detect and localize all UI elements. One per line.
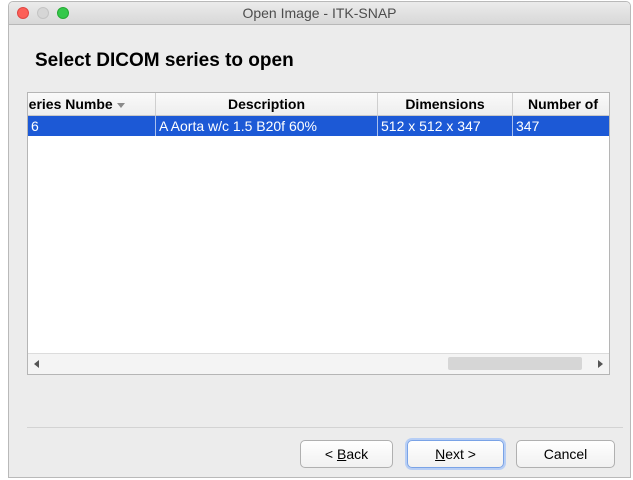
cell-series-number: 6 (28, 116, 156, 136)
cell-description: A Aorta w/c 1.5 B20f 60% (156, 116, 378, 136)
scroll-right-icon[interactable] (598, 360, 603, 368)
sort-descending-icon (116, 102, 125, 108)
scrollbar-thumb[interactable] (448, 357, 582, 370)
scroll-left-icon[interactable] (34, 360, 39, 368)
back-mnemonic: B (336, 446, 347, 462)
window-title: Open Image - ITK-SNAP (242, 5, 397, 21)
dicom-series-table[interactable]: ːeries Numbe Description Dimensions Numb… (27, 92, 610, 375)
column-header-series-number[interactable]: ːeries Numbe (28, 93, 156, 115)
table-header: ːeries Numbe Description Dimensions Numb… (28, 93, 609, 116)
column-header-dimensions[interactable]: Dimensions (378, 93, 513, 115)
title-bar[interactable]: Open Image - ITK-SNAP (9, 2, 630, 25)
cancel-button[interactable]: Cancel (516, 440, 615, 468)
column-header-label: ːeries Numbe (28, 96, 113, 112)
column-header-description[interactable]: Description (156, 93, 378, 115)
back-button[interactable]: < Back (300, 440, 393, 468)
horizontal-scrollbar[interactable] (28, 353, 609, 374)
table-row[interactable]: 6 A Aorta w/c 1.5 B20f 60% 512 x 512 x 3… (28, 116, 609, 136)
column-header-number-of[interactable]: Number of (513, 93, 609, 115)
page-heading: Select DICOM series to open (35, 50, 294, 71)
cell-dimensions: 512 x 512 x 347 (378, 116, 513, 136)
cell-number-of: 347 (516, 118, 540, 134)
divider (27, 427, 623, 428)
next-mnemonic: N (435, 446, 446, 462)
next-button[interactable]: Next > (407, 440, 504, 468)
